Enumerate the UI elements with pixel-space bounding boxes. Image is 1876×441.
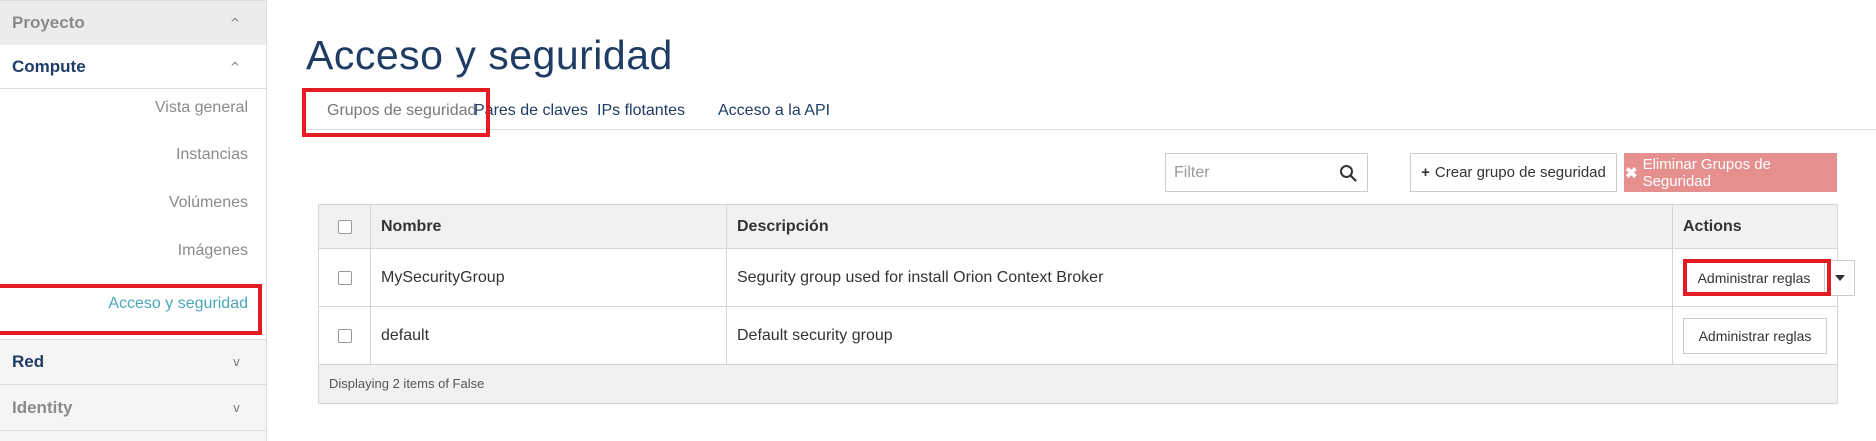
row-select-cell <box>319 307 371 364</box>
row-description: Default security group <box>727 307 1673 364</box>
sidebar-item-instancias[interactable]: Instancias <box>176 146 248 164</box>
sidebar-section-label: Red <box>12 352 45 371</box>
delete-security-groups-button[interactable]: ✖ Eliminar Grupos de Seguridad <box>1624 153 1837 192</box>
column-header-actions: Actions <box>1683 217 1742 235</box>
sidebar-section-label: Identity <box>12 397 73 417</box>
sidebar-section-label: Proyecto <box>12 13 85 32</box>
caret-down-icon <box>1834 274 1845 281</box>
sidebar-item-vista-general[interactable]: Vista general <box>155 99 248 117</box>
table-row: MySecurityGroup Segurity group used for … <box>319 249 1855 307</box>
create-security-group-label: Crear grupo de seguridad <box>1434 164 1606 181</box>
row-description: Segurity group used for install Orion Co… <box>727 249 1673 306</box>
row-select-cell <box>319 249 371 306</box>
row-name: MySecurityGroup <box>371 249 727 306</box>
table-footer-text: Displaying 2 items of False <box>329 376 485 391</box>
table-footer: Displaying 2 items of False <box>319 365 1837 403</box>
sidebar-item-volumenes[interactable]: Volúmenes <box>169 194 248 212</box>
tab-acceso-a-la-api[interactable]: Acceso a la API <box>718 102 830 120</box>
manage-rules-button[interactable]: Administrar reglas <box>1683 259 1825 296</box>
select-all-checkbox[interactable] <box>337 219 352 234</box>
sidebar-section-identity[interactable]: Identity v <box>0 385 266 431</box>
table-row: default Default security group Administr… <box>319 307 1837 365</box>
row-actions: Administrar reglas <box>1673 307 1837 364</box>
sidebar-section-proyecto[interactable]: Proyecto ^ <box>0 0 266 46</box>
filter-input[interactable] <box>1166 154 1326 191</box>
row-checkbox[interactable] <box>337 328 352 343</box>
chevron-down-icon: v <box>232 355 240 369</box>
search-icon[interactable] <box>1339 164 1357 182</box>
sidebar-section-red[interactable]: Red v <box>0 339 266 385</box>
tab-bar: Grupos de seguridad Pares de claves IPs … <box>304 92 1876 130</box>
filter-box <box>1165 153 1368 192</box>
security-groups-table: Nombre Descripción Actions MySecurityGro… <box>318 204 1855 404</box>
plus-icon: + <box>1421 164 1430 181</box>
actions-dropdown-toggle[interactable] <box>1825 259 1855 296</box>
sidebar-active-highlight <box>0 284 262 335</box>
tab-pares-de-claves[interactable]: Pares de claves <box>474 102 588 120</box>
row-name: default <box>371 307 727 364</box>
row-checkbox[interactable] <box>337 270 352 285</box>
column-header-description[interactable]: Descripción <box>727 205 1673 248</box>
tab-active-highlight <box>302 88 490 137</box>
sidebar: Proyecto ^ Compute ^ Vista general Insta… <box>0 0 267 441</box>
create-security-group-button[interactable]: + Crear grupo de seguridad <box>1410 153 1617 192</box>
sidebar-section-compute[interactable]: Compute ^ <box>0 45 266 89</box>
manage-rules-button[interactable]: Administrar reglas <box>1683 317 1827 354</box>
table-header-row: Nombre Descripción Actions <box>319 205 1837 249</box>
delete-security-groups-label: Eliminar Grupos de Seguridad <box>1642 155 1771 190</box>
sidebar-section-label: Compute <box>12 56 86 76</box>
sidebar-item-imagenes[interactable]: Imágenes <box>178 242 248 260</box>
main-content: Acceso y seguridad Grupos de seguridad P… <box>267 0 1876 441</box>
chevron-down-icon: v <box>232 400 240 415</box>
select-all-cell <box>319 205 371 248</box>
page-title: Acceso y seguridad <box>306 32 673 78</box>
close-icon: ✖ <box>1625 164 1638 182</box>
chevron-up-icon: ^ <box>229 16 240 30</box>
chevron-up-icon: ^ <box>229 59 240 74</box>
column-header-name[interactable]: Nombre <box>371 205 727 248</box>
row-action-group: Administrar reglas <box>1683 259 1855 296</box>
tab-ips-flotantes[interactable]: IPs flotantes <box>597 102 685 120</box>
row-actions: Administrar reglas <box>1673 249 1855 306</box>
